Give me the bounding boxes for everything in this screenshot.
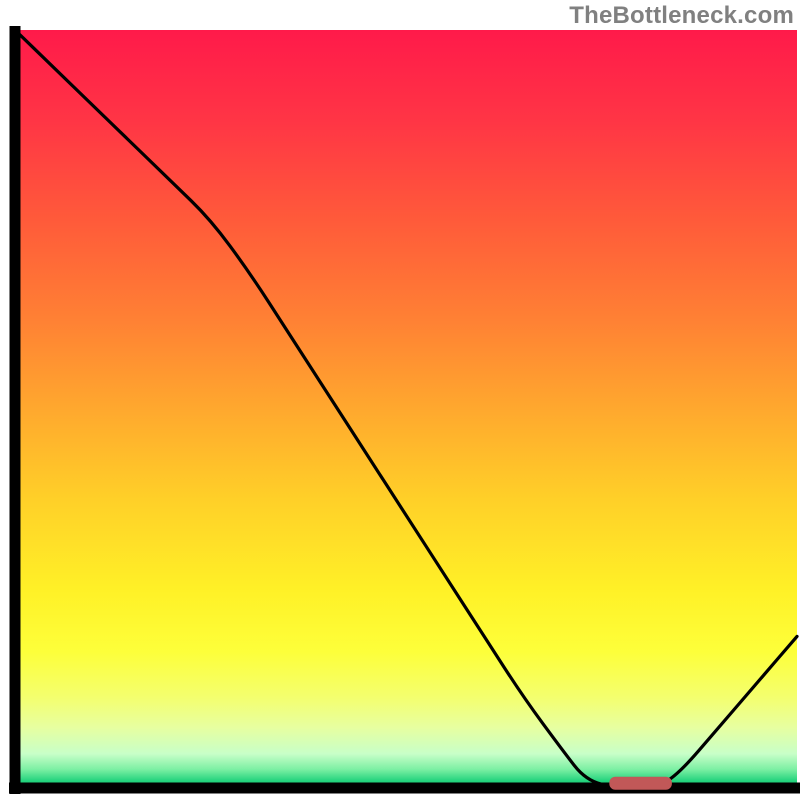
target-segment-marker: [609, 777, 672, 790]
bottleneck-chart: [0, 0, 800, 800]
chart-container: TheBottleneck.com: [0, 0, 800, 800]
